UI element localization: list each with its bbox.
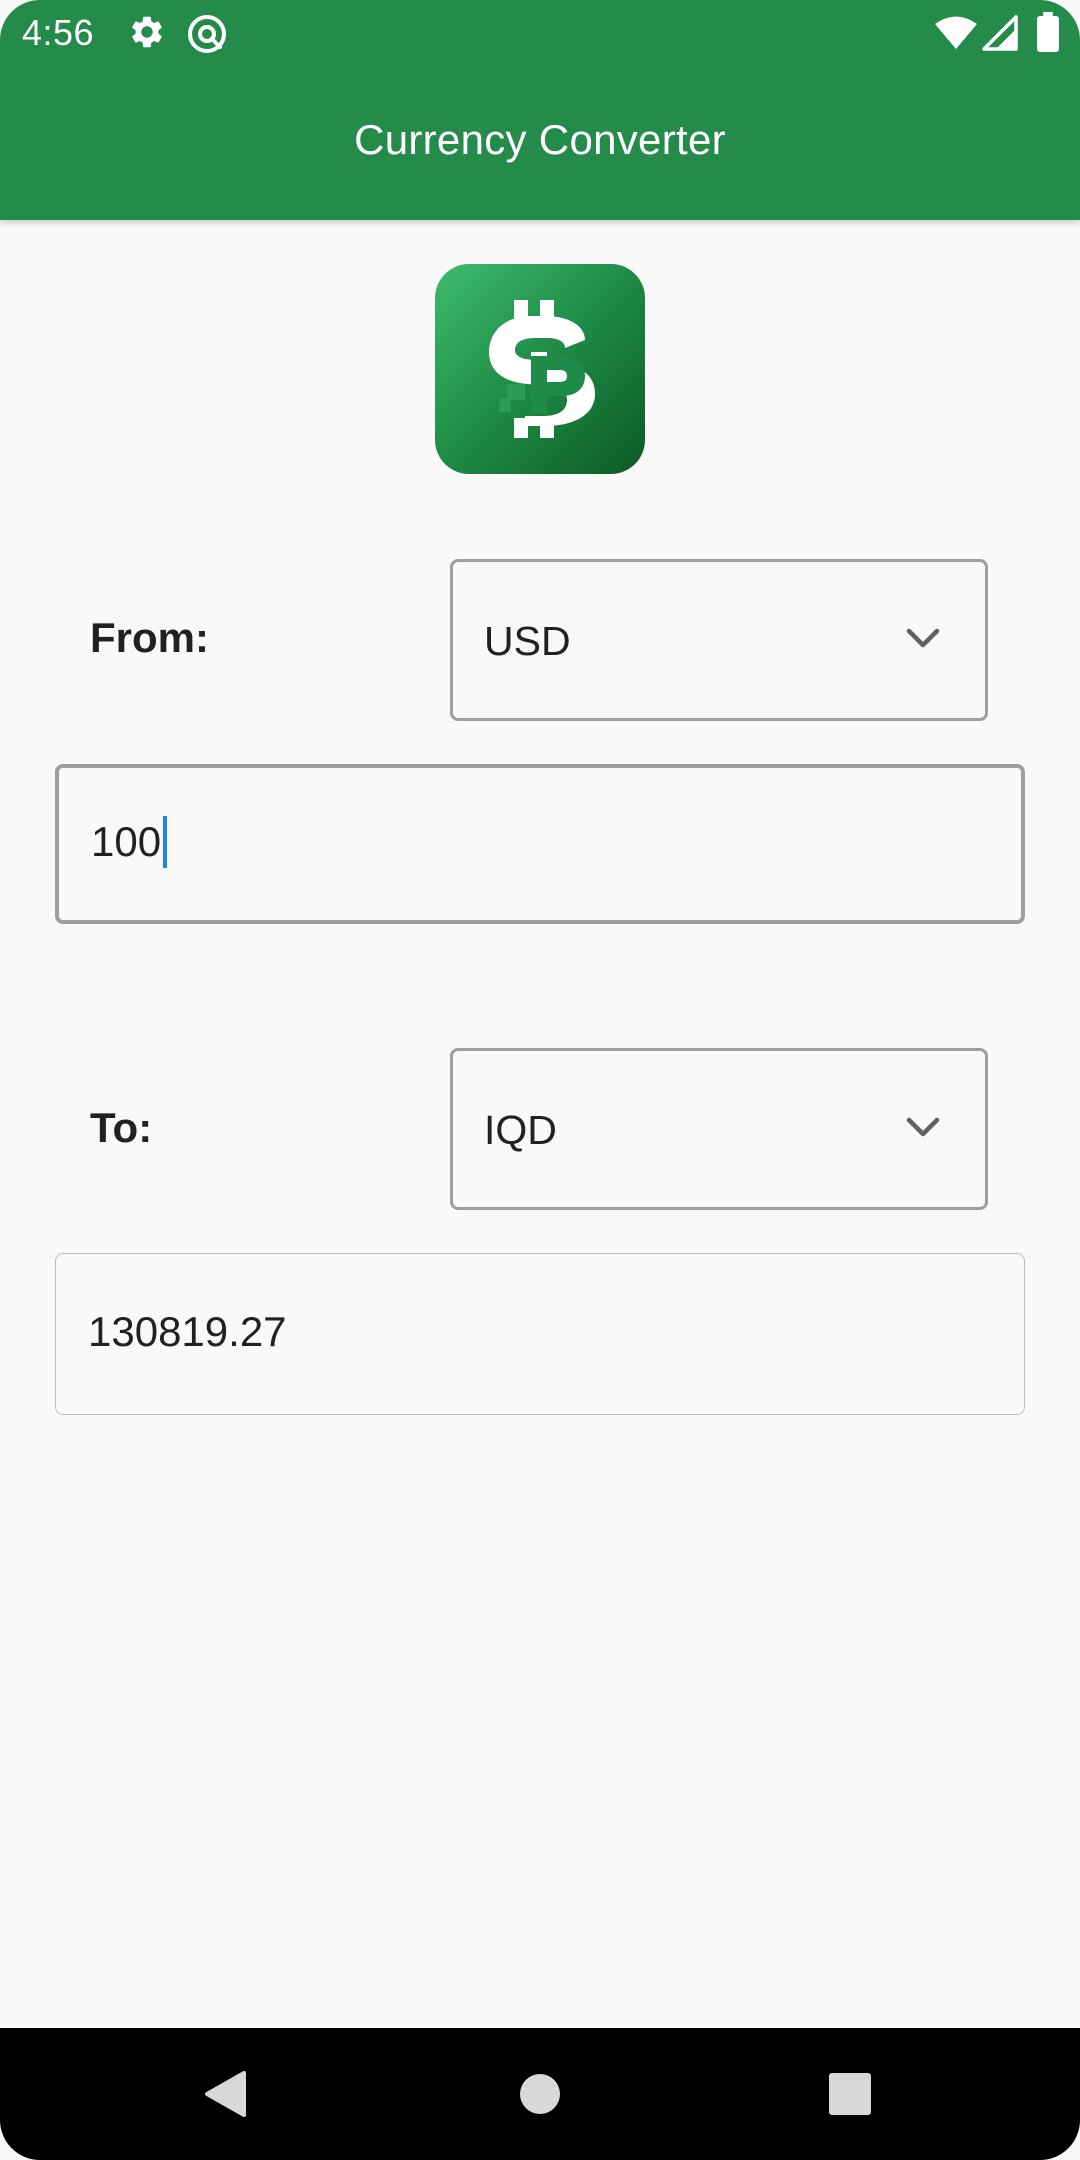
app-bar: Currency Converter (0, 66, 1080, 220)
chevron-down-icon (905, 626, 941, 655)
status-time: 4:56 (22, 12, 95, 53)
to-currency-dropdown[interactable]: IQD (450, 1048, 988, 1210)
status-bar: 4:56 (0, 0, 1080, 66)
recents-icon[interactable] (829, 2073, 871, 2120)
system-nav-bar (0, 2028, 1080, 2160)
converted-amount-field[interactable]: 130819.27 (55, 1253, 1025, 1415)
amount-input-value: 100 (91, 815, 168, 871)
from-currency-dropdown[interactable]: USD (450, 559, 988, 721)
to-label: To: (90, 1104, 153, 1151)
text-caret (163, 815, 168, 868)
gear-icon (128, 13, 166, 56)
signal-icon (982, 15, 1018, 56)
wifi-icon (934, 15, 978, 56)
amount-input[interactable]: 100 (55, 764, 1025, 924)
back-icon[interactable] (204, 2070, 246, 2123)
battery-icon (1036, 12, 1060, 57)
app-title: Currency Converter (354, 116, 726, 163)
app-logo (435, 264, 645, 474)
from-label: From: (90, 614, 209, 661)
chevron-down-icon (905, 1115, 941, 1144)
currency-symbol-icon (489, 300, 595, 438)
at-sign-icon (186, 13, 228, 60)
to-currency-value: IQD (484, 1107, 557, 1153)
home-icon[interactable] (519, 2073, 561, 2120)
amount-input-text: 100 (91, 818, 162, 865)
from-currency-value: USD (484, 618, 571, 664)
converted-amount-value: 130819.27 (88, 1308, 287, 1355)
